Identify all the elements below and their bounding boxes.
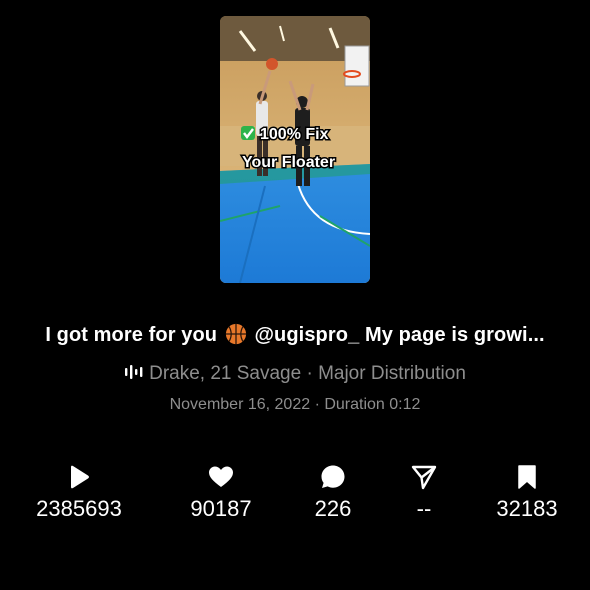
post-detail-screen: 100% Fix Your Floater I got more for you…: [0, 0, 590, 590]
music-info[interactable]: Drake, 21 Savage · Major Distribution: [0, 363, 590, 385]
stats-bar: 2385693 90187 226 -- 32183: [0, 462, 590, 532]
saves-stat[interactable]: 32183: [462, 462, 590, 522]
music-text: Drake, 21 Savage · Major Distribution: [149, 363, 466, 384]
overlay-line-2: Your Floater: [242, 154, 335, 171]
post-meta: November 16, 2022 · Duration 0:12: [169, 396, 421, 413]
thumbnail-image: 100% Fix Your Floater: [220, 16, 370, 283]
waveform-icon: [125, 365, 143, 379]
caption-text-end: @ugispro_ My page is growi...: [248, 324, 545, 346]
send-icon: [411, 465, 437, 490]
bookmark-icon: [518, 465, 536, 489]
likes-count: 90187: [190, 496, 252, 521]
video-thumbnail[interactable]: 100% Fix Your Floater: [220, 16, 370, 283]
comment-bubble-icon: [321, 465, 345, 488]
play-icon: [71, 465, 89, 489]
plays-count: 2385693: [36, 496, 122, 521]
caption-text-start: I got more for you: [45, 324, 223, 346]
basketball-emoji-icon: [225, 323, 246, 345]
overlay-line-1: 100% Fix: [260, 126, 329, 143]
post-caption[interactable]: I got more for you @ugispro_ My page is …: [0, 323, 590, 347]
plays-stat[interactable]: 2385693: [14, 462, 144, 522]
saves-count: 32183: [496, 496, 558, 521]
heart-icon: [209, 466, 233, 487]
likes-stat[interactable]: 90187: [156, 462, 286, 522]
